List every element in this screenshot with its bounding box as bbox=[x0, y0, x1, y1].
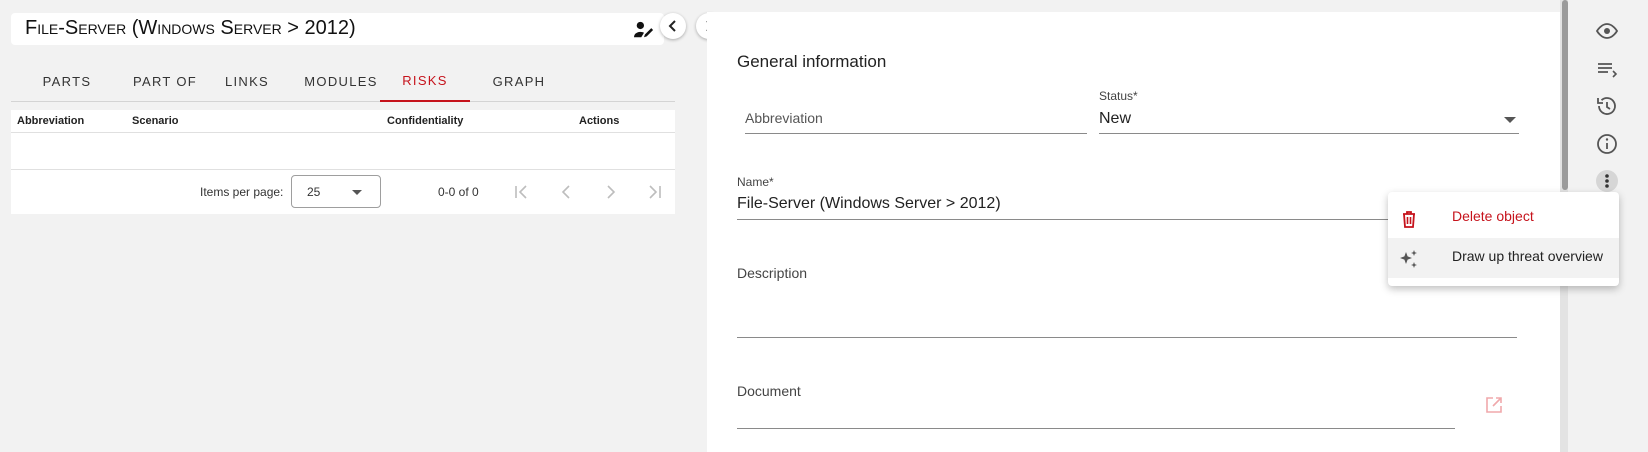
page-size-select[interactable]: 25 bbox=[291, 175, 381, 208]
tab-bar: PARTS PART OF LINKS MODULES RISKS GRAPH bbox=[11, 60, 675, 102]
trash-icon bbox=[1398, 208, 1420, 230]
tab-graph[interactable]: GRAPH bbox=[477, 60, 561, 102]
status-underline bbox=[1099, 133, 1519, 134]
tab-parts[interactable]: PARTS bbox=[23, 60, 111, 102]
page-size-value: 25 bbox=[307, 185, 321, 199]
table-header: Abbreviation Scenario Confidentiality Ac… bbox=[11, 110, 675, 133]
object-actions-menu: Delete object Draw up threat overview bbox=[1388, 192, 1619, 286]
menu-item-draw-up-threat-overview[interactable]: Draw up threat overview bbox=[1388, 238, 1619, 278]
next-page-icon[interactable] bbox=[601, 182, 621, 202]
status-value: New bbox=[1099, 110, 1132, 127]
description-underline bbox=[737, 337, 1517, 338]
tab-links[interactable]: LINKS bbox=[211, 60, 283, 102]
object-title-bar: File-Server (Windows Server > 2012) bbox=[11, 13, 664, 45]
table-body-empty bbox=[11, 133, 675, 170]
sparkle-icon bbox=[1398, 248, 1420, 270]
document-label: Document bbox=[737, 383, 801, 399]
collapse-left-button[interactable] bbox=[660, 13, 686, 39]
eye-icon[interactable] bbox=[1595, 19, 1619, 43]
person-edit-icon[interactable] bbox=[633, 20, 655, 40]
abbreviation-underline bbox=[745, 133, 1087, 134]
menu-item-delete-object[interactable]: Delete object bbox=[1388, 198, 1619, 238]
column-header-actions: Actions bbox=[579, 115, 620, 127]
list-icon[interactable] bbox=[1595, 57, 1619, 81]
description-label: Description bbox=[737, 265, 808, 281]
tab-part-of[interactable]: PART OF bbox=[115, 60, 215, 102]
history-icon[interactable] bbox=[1595, 94, 1619, 118]
risks-table: Abbreviation Scenario Confidentiality Ac… bbox=[11, 110, 675, 214]
first-page-icon[interactable] bbox=[511, 182, 531, 202]
column-header-scenario[interactable]: Scenario bbox=[132, 115, 178, 127]
menu-item-label: Draw up threat overview bbox=[1452, 248, 1603, 264]
paginator: Items per page: 25 0-0 of 0 bbox=[11, 170, 675, 214]
dropdown-caret-icon bbox=[352, 190, 362, 195]
document-underline bbox=[737, 428, 1455, 429]
column-header-abbreviation[interactable]: Abbreviation bbox=[17, 115, 84, 127]
object-title: File-Server (Windows Server > 2012) bbox=[25, 17, 356, 39]
items-per-page-label: Items per page: bbox=[200, 185, 284, 199]
info-icon[interactable] bbox=[1595, 132, 1619, 156]
column-header-confidentiality[interactable]: Confidentiality bbox=[387, 115, 463, 127]
more-vertical-icon[interactable] bbox=[1595, 169, 1619, 193]
name-value: File-Server (Windows Server > 2012) bbox=[737, 195, 1001, 212]
status-label: Status* bbox=[1099, 89, 1138, 103]
page-range-label: 0-0 of 0 bbox=[438, 185, 479, 199]
section-title: General information bbox=[737, 52, 887, 71]
open-in-new-icon[interactable] bbox=[1484, 395, 1504, 415]
previous-page-icon[interactable] bbox=[556, 182, 576, 202]
tab-risks[interactable]: RISKS bbox=[380, 60, 470, 102]
abbreviation-placeholder: Abbreviation bbox=[745, 110, 823, 126]
dropdown-caret-icon bbox=[1504, 117, 1516, 123]
last-page-icon[interactable] bbox=[645, 182, 665, 202]
tab-modules[interactable]: MODULES bbox=[287, 60, 395, 102]
chevron-left-icon bbox=[668, 20, 676, 32]
menu-item-label: Delete object bbox=[1452, 208, 1534, 224]
name-label: Name* bbox=[737, 175, 774, 189]
